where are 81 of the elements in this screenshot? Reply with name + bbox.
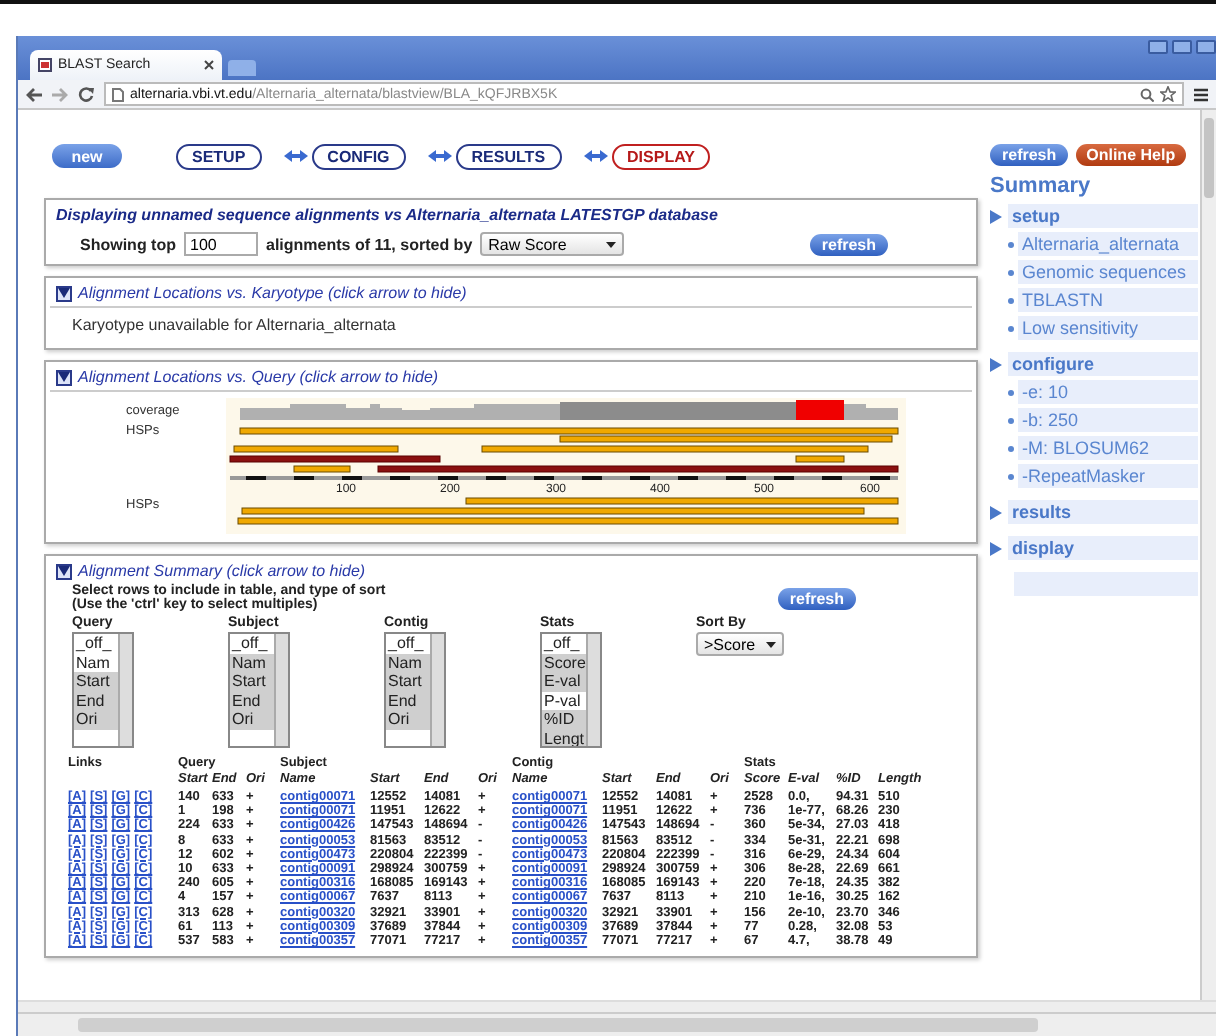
results-heading: Displaying unnamed sequence alignments vs Alternaria_alternata LATESTGP database: [56, 206, 720, 224]
sort-dropdown[interactable]: >Score: [696, 632, 784, 656]
double-arrow-icon: [583, 150, 608, 162]
expand-icon[interactable]: [990, 505, 1002, 519]
showing-label: Showing top: [80, 235, 176, 253]
expand-icon[interactable]: [990, 357, 1002, 371]
listbox-option[interactable]: Start: [230, 672, 274, 691]
listbox-option[interactable]: %ID: [542, 710, 586, 729]
step-tab[interactable]: SETUP: [176, 143, 262, 169]
bullet-icon: [1008, 445, 1014, 451]
summary-section-link[interactable]: display: [1008, 536, 1198, 560]
count-field[interactable]: 100: [184, 232, 258, 256]
column-listbox[interactable]: _off_ Score E-val P-val %ID Lengt: [540, 632, 602, 748]
caret-icon: [766, 641, 776, 647]
sort-dropdown[interactable]: Raw Score: [480, 232, 625, 256]
page-icon: [112, 87, 124, 101]
menu-icon[interactable]: [1194, 87, 1208, 101]
horizontal-scrollbar[interactable]: [18, 1012, 1216, 1036]
summary-item: -e: 10: [1018, 380, 1198, 404]
bullet-icon: [1008, 417, 1014, 423]
online-help-button[interactable]: Online Help: [1076, 144, 1186, 166]
summary-section-link[interactable]: setup: [1008, 204, 1198, 228]
star-icon[interactable]: [1160, 86, 1176, 102]
expand-icon[interactable]: [990, 209, 1002, 223]
summary-item: -M: BLOSUM62: [1018, 436, 1198, 460]
listbox-option[interactable]: _off_: [230, 634, 274, 653]
close-icon[interactable]: [204, 60, 214, 70]
summary-item: Alternaria_alternata: [1018, 232, 1198, 256]
collapse-toggle[interactable]: [56, 369, 72, 385]
bullet-icon: [1008, 473, 1014, 479]
summary-section-link[interactable]: configure: [1008, 352, 1198, 376]
section-title: Alignment Summary (click arrow to hide): [78, 562, 366, 580]
step-tab[interactable]: RESULTS: [455, 143, 562, 169]
summary-section-link[interactable]: results: [1008, 500, 1198, 524]
refresh-button[interactable]: refresh: [809, 233, 888, 255]
zoom-icon[interactable]: [1140, 87, 1154, 101]
minimize-button[interactable]: [1148, 40, 1168, 54]
column-listbox[interactable]: _off_ Nam Start End Ori: [384, 632, 446, 748]
listbox-option[interactable]: E-val: [542, 672, 586, 691]
bullet-icon: [1008, 325, 1014, 331]
double-arrow-icon: [283, 150, 308, 162]
summary-item: TBLASTN: [1018, 288, 1198, 312]
listbox-option[interactable]: _off_: [386, 634, 430, 653]
listbox-option[interactable]: Start: [74, 672, 118, 691]
bullet-icon: [1008, 269, 1014, 275]
vertical-scrollbar[interactable]: [1200, 110, 1216, 1000]
listbox-option[interactable]: Ori: [74, 710, 118, 729]
summary-item: Genomic sequences: [1018, 260, 1198, 284]
listbox-option[interactable]: _off_: [74, 634, 118, 653]
refresh-button[interactable]: refresh: [777, 587, 856, 609]
new-button[interactable]: new: [52, 144, 122, 168]
listbox-option[interactable]: Start: [386, 672, 430, 691]
reload-icon[interactable]: [78, 86, 94, 102]
step-tab[interactable]: CONFIG: [311, 143, 406, 169]
back-icon[interactable]: [26, 87, 42, 101]
bullet-icon: [1008, 241, 1014, 247]
summary-item: -RepeatMasker: [1018, 464, 1198, 488]
karyotype-message: Karyotype unavailable for Alternaria_alternata: [70, 314, 398, 338]
listbox-option[interactable]: Ori: [230, 710, 274, 729]
refresh-button[interactable]: refresh: [990, 144, 1069, 166]
summary-item: Low sensitivity: [1018, 316, 1198, 340]
summary-item: -b: 250: [1018, 408, 1198, 432]
double-arrow-icon: [427, 150, 452, 162]
column-listbox[interactable]: _off_ Nam Start End Ori: [228, 632, 290, 748]
close-button[interactable]: [1196, 40, 1216, 54]
step-tab[interactable]: DISPLAY: [611, 143, 711, 169]
bullet-icon: [1008, 389, 1014, 395]
collapse-toggle[interactable]: [56, 285, 72, 301]
sorted-label: alignments of 11, sorted by: [266, 235, 473, 253]
section-title: Alignment Locations vs. Karyotype (click arrow to hide): [78, 284, 467, 302]
column-listbox[interactable]: _off_ Nam Start End Ori: [72, 632, 134, 748]
section-title: Alignment Locations vs. Query (click arrow to hide): [78, 368, 439, 386]
summary-title: Summary: [990, 174, 1093, 198]
bullet-icon: [1008, 297, 1014, 303]
listbox-option[interactable]: Ori: [386, 710, 430, 729]
page-icon: [38, 58, 52, 72]
maximize-button[interactable]: [1172, 40, 1192, 54]
caret-icon: [606, 241, 617, 247]
collapse-toggle[interactable]: [56, 563, 72, 579]
listbox-option[interactable]: _off_: [542, 634, 586, 653]
expand-icon[interactable]: [990, 541, 1002, 555]
